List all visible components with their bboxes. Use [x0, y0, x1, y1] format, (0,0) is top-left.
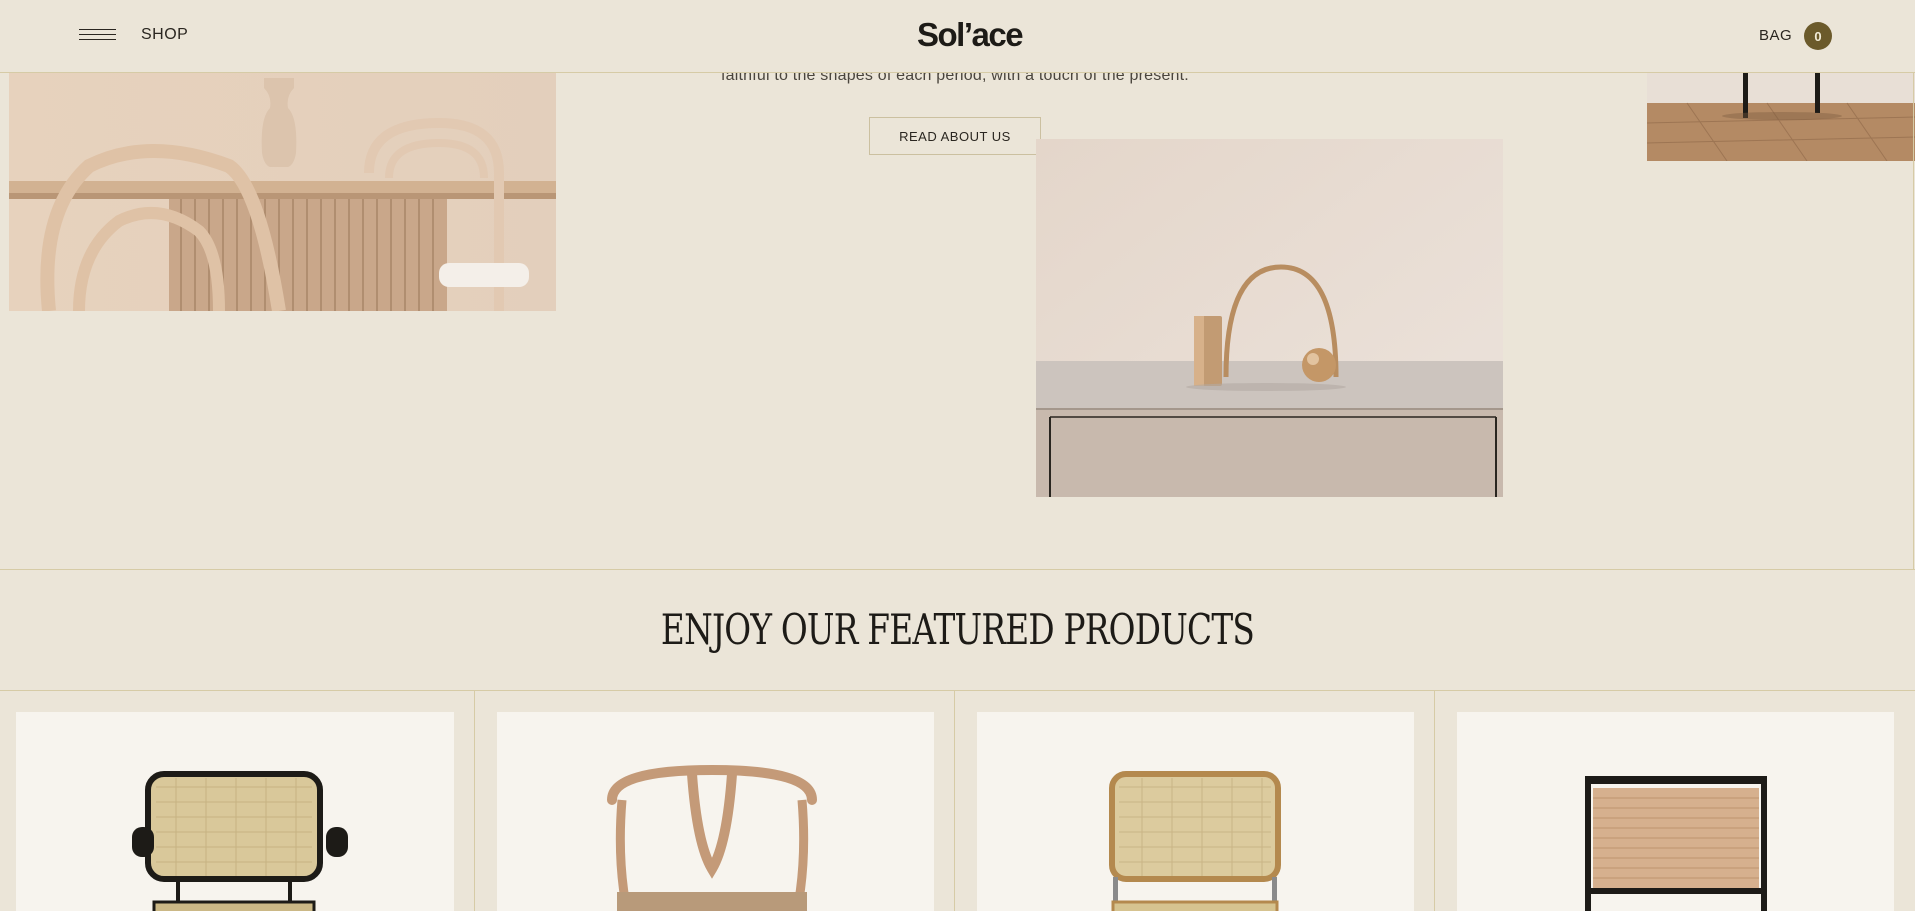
- site-header: SHOP Sol’ace BAG 0: [0, 0, 1915, 73]
- bag-link[interactable]: BAG: [1759, 27, 1792, 44]
- product-card[interactable]: [977, 712, 1414, 911]
- product-card[interactable]: [16, 712, 454, 911]
- read-about-us-button[interactable]: READ ABOUT US: [869, 117, 1041, 155]
- product-card[interactable]: [1457, 712, 1894, 911]
- section-divider: [0, 569, 1915, 570]
- right-edge-border: [1913, 73, 1914, 570]
- floor-table-leg-image: [1647, 73, 1915, 161]
- featured-products-title: ENJOY OUR FEATURED PRODUCTS: [660, 605, 1255, 654]
- product-card[interactable]: [497, 712, 934, 911]
- sculpture-sideboard-image: [1036, 139, 1503, 497]
- site-logo[interactable]: Sol’ace: [917, 16, 1024, 54]
- dining-table-image: [9, 73, 556, 311]
- bag-count-badge[interactable]: 0: [1804, 22, 1832, 50]
- hamburger-menu-icon[interactable]: [79, 29, 116, 45]
- shop-link[interactable]: SHOP: [141, 26, 188, 44]
